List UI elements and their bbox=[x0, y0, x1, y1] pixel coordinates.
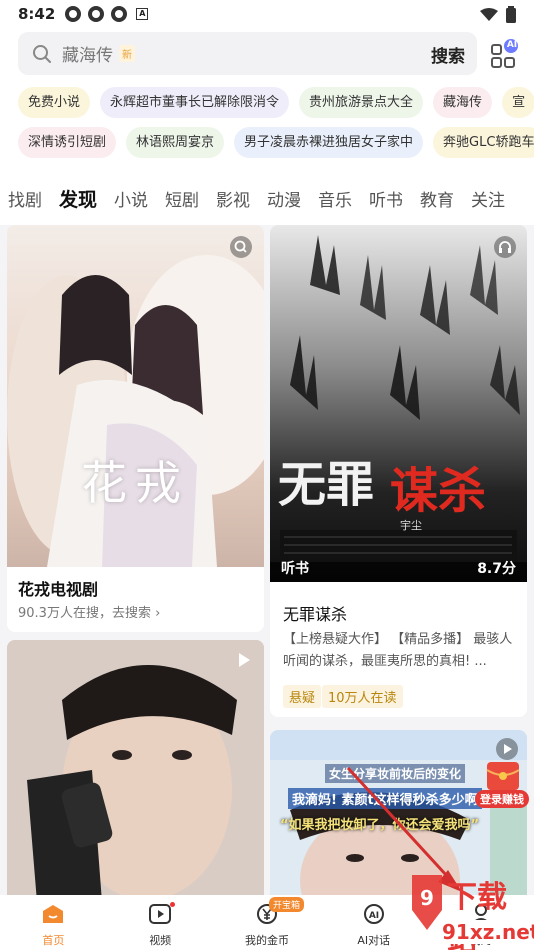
hot-tag[interactable]: 男子凌晨赤裸进独居女子家中 bbox=[234, 127, 424, 158]
hot-tag[interactable]: 林语熙周宴京 bbox=[126, 127, 225, 158]
hot-tag[interactable]: 贵州旅游景点大全 bbox=[299, 87, 424, 118]
ai-badge: AI bbox=[506, 40, 518, 50]
search-icon[interactable] bbox=[230, 236, 252, 258]
category-tabs: 找剧 发现 小说 短剧 影视 动漫 音乐 听书 教育 关注 bbox=[8, 186, 505, 212]
search-button[interactable]: 搜索 bbox=[431, 42, 465, 67]
hot-tag[interactable]: 深情诱引短剧 bbox=[18, 127, 117, 158]
drama-poster-title: 花戎 bbox=[81, 456, 189, 510]
status-bar: 8:42 A bbox=[0, 0, 534, 28]
headphones-icon[interactable] bbox=[494, 236, 516, 258]
ai-chat-icon: AI bbox=[363, 904, 384, 924]
nav-video[interactable]: 视频 bbox=[120, 902, 200, 948]
treasure-badge: 开宝箱 bbox=[268, 897, 304, 912]
genre-chip: 悬疑 bbox=[283, 685, 322, 708]
audiobook-tag: 听书 bbox=[281, 561, 309, 577]
audiobook-rating: 8.7分 bbox=[477, 561, 516, 577]
nav-home[interactable]: 首页 bbox=[13, 903, 93, 948]
audiobook-cover-title-red: 谋杀 bbox=[390, 463, 487, 519]
hot-tag[interactable]: 永辉超市董事长已解除限消令 bbox=[100, 87, 290, 118]
drama-title: 花戎电视剧 bbox=[18, 580, 99, 599]
a-icon: A bbox=[136, 8, 149, 20]
tab-anime[interactable]: 动漫 bbox=[267, 186, 301, 212]
nav-coins-label: 我的金币 bbox=[244, 934, 289, 947]
tab-music[interactable]: 音乐 bbox=[318, 186, 352, 212]
tab-education[interactable]: 教育 bbox=[420, 186, 454, 212]
drama-search-count[interactable]: 90.3万人在搜，去搜索 › bbox=[18, 602, 160, 621]
hot-tag[interactable]: 宣 bbox=[502, 87, 534, 118]
search-placeholder: 藏海传 bbox=[62, 46, 113, 66]
home-icon bbox=[43, 905, 64, 923]
play-icon[interactable] bbox=[496, 738, 518, 760]
tab-follow[interactable]: 关注 bbox=[471, 186, 505, 212]
tab-discover[interactable]: 发现 bbox=[59, 185, 97, 212]
play-icon[interactable] bbox=[232, 649, 254, 671]
tab-find-drama[interactable]: 找剧 bbox=[8, 186, 42, 212]
status-time: 8:42 bbox=[18, 5, 56, 23]
drama-poster-image bbox=[7, 225, 264, 567]
audiobook-author: 宇尘 bbox=[400, 519, 422, 532]
site-watermark: 9 下载站 91xz.net bbox=[402, 870, 534, 950]
notification-icon bbox=[88, 6, 105, 22]
svg-text:AI: AI bbox=[369, 911, 379, 921]
ai-apps-button[interactable]: AI bbox=[489, 38, 521, 70]
readers-chip: 10万人在读 bbox=[322, 685, 403, 708]
nav-home-label: 首页 bbox=[42, 934, 65, 947]
hot-tag[interactable]: 免费小说 bbox=[18, 87, 91, 118]
notification-icon bbox=[111, 6, 128, 22]
hot-tag[interactable]: 奔驰GLC轿跑车 bbox=[433, 127, 534, 158]
audiobook-description: 【上榜悬疑大作】 【精品多播】 最骇人听闻的谋杀，最匪夷所思的真相! ... bbox=[283, 632, 513, 669]
status-right bbox=[480, 6, 516, 23]
hot-tags-row-1: 免费小说 永辉超市董事长已解除限消令 贵州旅游景点大全 藏海传 宣 bbox=[18, 87, 534, 118]
audiobook-title: 无罪谋杀 bbox=[283, 605, 348, 624]
new-badge: 新 bbox=[119, 45, 135, 62]
audiobook-cover-image bbox=[270, 225, 527, 582]
search-bar[interactable]: 藏海传 新 搜索 bbox=[18, 32, 477, 75]
feed-card-video[interactable] bbox=[7, 640, 264, 902]
audiobook-cover-title-white: 无罪 bbox=[278, 457, 375, 513]
nav-video-label: 视频 bbox=[149, 934, 172, 947]
login-reward-label: 登录赚钱 bbox=[475, 790, 529, 808]
search-icon bbox=[33, 44, 51, 63]
video-thumbnail-image bbox=[7, 640, 264, 902]
notification-icon bbox=[65, 6, 82, 22]
login-reward-float[interactable]: 登录赚钱 bbox=[475, 762, 529, 808]
feed-card-drama[interactable]: 花戎 花戎电视剧 90.3万人在搜，去搜索 › bbox=[7, 225, 264, 632]
tab-novel[interactable]: 小说 bbox=[114, 186, 148, 212]
feed-card-audiobook[interactable]: 无罪 谋杀 宇尘 听书 8.7分 无罪谋杀 【上榜悬疑大作】 【精品多播】 最骇… bbox=[270, 225, 527, 717]
watermark-bottom: 91xz.net bbox=[442, 920, 534, 944]
nav-coins[interactable]: 开宝箱 我的金币 bbox=[227, 897, 307, 948]
video-icon bbox=[149, 904, 172, 924]
svg-text:9: 9 bbox=[420, 886, 434, 910]
hot-tags-row-2: 深情诱引短剧 林语熙周宴京 男子凌晨赤裸进独居女子家中 奔驰GLC轿跑车 bbox=[18, 127, 534, 158]
tab-film-tv[interactable]: 影视 bbox=[216, 186, 250, 212]
wifi-icon bbox=[480, 7, 498, 21]
battery-icon bbox=[506, 6, 516, 23]
tab-audiobook[interactable]: 听书 bbox=[369, 186, 403, 212]
tab-short-drama[interactable]: 短剧 bbox=[165, 186, 199, 212]
notification-dot bbox=[170, 902, 176, 907]
hot-tag[interactable]: 藏海传 bbox=[433, 87, 493, 118]
